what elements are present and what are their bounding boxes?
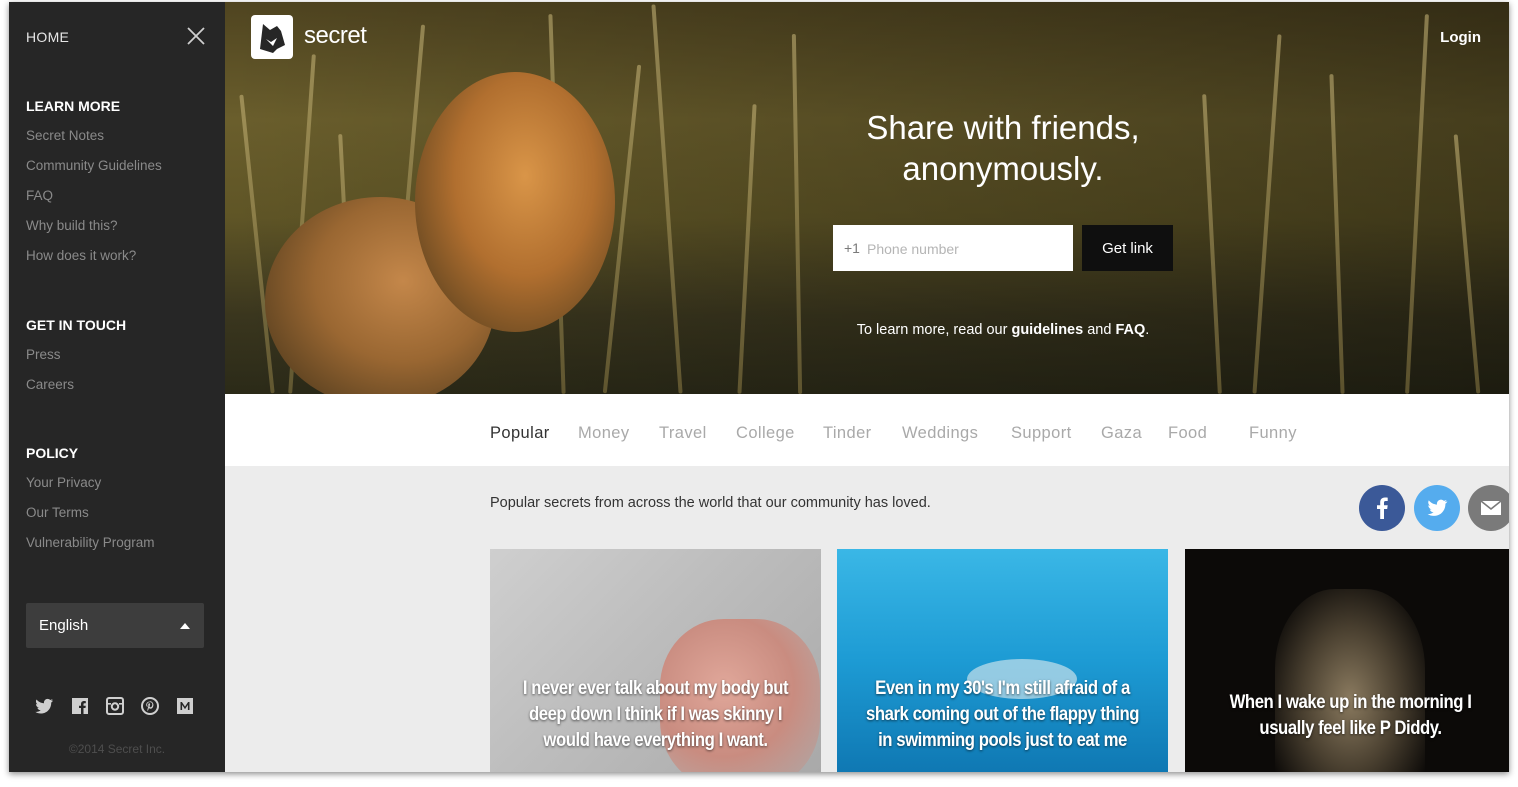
twitter-icon[interactable] [34, 696, 54, 716]
learn-and: and [1083, 322, 1116, 338]
tab-funny[interactable]: Funny [1249, 424, 1297, 443]
tab-tinder[interactable]: Tinder [823, 424, 872, 443]
sidebar: HOME LEARN MORE Secret Notes Community G… [9, 2, 225, 772]
caret-up-icon [180, 623, 190, 629]
hero-headline: Share with friends, anonymously. [785, 107, 1221, 189]
home-link[interactable]: HOME [26, 29, 69, 45]
login-link[interactable]: Login [1440, 29, 1481, 46]
sidebar-link-faq[interactable]: FAQ [26, 188, 53, 203]
facebook-icon [1377, 497, 1388, 519]
secret-card[interactable]: When I wake up in the morning I usually … [1185, 549, 1509, 772]
sidebar-link-careers[interactable]: Careers [26, 377, 74, 392]
app-window: HOME LEARN MORE Secret Notes Community G… [9, 2, 1509, 772]
tab-weddings[interactable]: Weddings [902, 424, 978, 443]
language-select[interactable]: English [26, 603, 204, 648]
language-value: English [39, 617, 89, 634]
tab-travel[interactable]: Travel [659, 424, 707, 443]
phone-field[interactable]: +1 [833, 225, 1073, 271]
pinterest-icon[interactable] [140, 696, 160, 716]
feed-intro: Popular secrets from across the world th… [490, 495, 931, 511]
section-heading-learn-more: LEARN MORE [26, 98, 121, 114]
sidebar-link-privacy[interactable]: Your Privacy [26, 475, 101, 490]
headline-line-2: anonymously. [902, 150, 1104, 187]
tab-gaza[interactable]: Gaza [1101, 424, 1142, 443]
sidebar-link-press[interactable]: Press [26, 347, 61, 362]
email-icon [1480, 500, 1502, 515]
tab-food[interactable]: Food [1168, 424, 1207, 443]
secret-card[interactable]: Even in my 30's I'm still afraid of a sh… [837, 549, 1168, 772]
phone-input[interactable] [865, 233, 1069, 265]
medium-icon[interactable] [175, 696, 195, 716]
headline-line-1: Share with friends, [866, 109, 1140, 146]
share-facebook-button[interactable] [1359, 485, 1405, 531]
learn-suffix: . [1145, 322, 1150, 338]
get-link-button[interactable]: Get link [1082, 225, 1173, 271]
fox-cub-right-image [415, 72, 615, 332]
sidebar-link-how-it-works[interactable]: How does it work? [26, 248, 136, 263]
faq-link[interactable]: FAQ [1115, 322, 1145, 338]
guidelines-link[interactable]: guidelines [1011, 322, 1083, 338]
tab-support[interactable]: Support [1011, 424, 1072, 443]
section-heading-get-in-touch: GET IN TOUCH [26, 317, 127, 333]
twitter-icon [1427, 499, 1448, 516]
social-links [34, 696, 204, 716]
feed-section: Popular secrets from across the world th… [225, 466, 1509, 772]
category-tabs: Popular Money Travel College Tinder Wedd… [225, 394, 1509, 466]
country-code: +1 [844, 240, 860, 256]
learn-prefix: To learn more, read our [856, 322, 1012, 338]
sidebar-link-community-guidelines[interactable]: Community Guidelines [26, 158, 162, 173]
share-twitter-button[interactable] [1414, 485, 1460, 531]
close-icon[interactable] [187, 27, 205, 45]
copyright-text: ©2014 Secret Inc. [68, 742, 166, 756]
sidebar-link-terms[interactable]: Our Terms [26, 505, 89, 520]
sidebar-link-why-build[interactable]: Why build this? [26, 218, 118, 233]
secret-card-text: When I wake up in the morning I usually … [1229, 692, 1472, 739]
secret-card-text: Even in my 30's I'm still afraid of a sh… [865, 678, 1140, 751]
learn-more-text: To learn more, read our guidelines and F… [785, 322, 1221, 338]
tab-money[interactable]: Money [578, 424, 630, 443]
section-heading-policy: POLICY [26, 445, 79, 461]
sidebar-link-vulnerability[interactable]: Vulnerability Program [26, 535, 155, 550]
secret-card[interactable]: I never ever talk about my body but deep… [490, 549, 821, 772]
hero-banner: secret Login Share with friends, anonymo… [225, 2, 1509, 394]
share-email-button[interactable] [1468, 485, 1509, 531]
tab-popular[interactable]: Popular [490, 424, 550, 443]
man-in-suit-image [1275, 589, 1425, 772]
logo-wordmark[interactable]: secret [304, 22, 367, 50]
tab-college[interactable]: College [736, 424, 795, 443]
facebook-icon[interactable] [70, 696, 90, 716]
secret-card-text: I never ever talk about my body but deep… [522, 678, 789, 751]
sidebar-link-secret-notes[interactable]: Secret Notes [26, 128, 104, 143]
instagram-icon[interactable] [105, 696, 125, 716]
logo-fox-icon[interactable] [251, 15, 293, 59]
